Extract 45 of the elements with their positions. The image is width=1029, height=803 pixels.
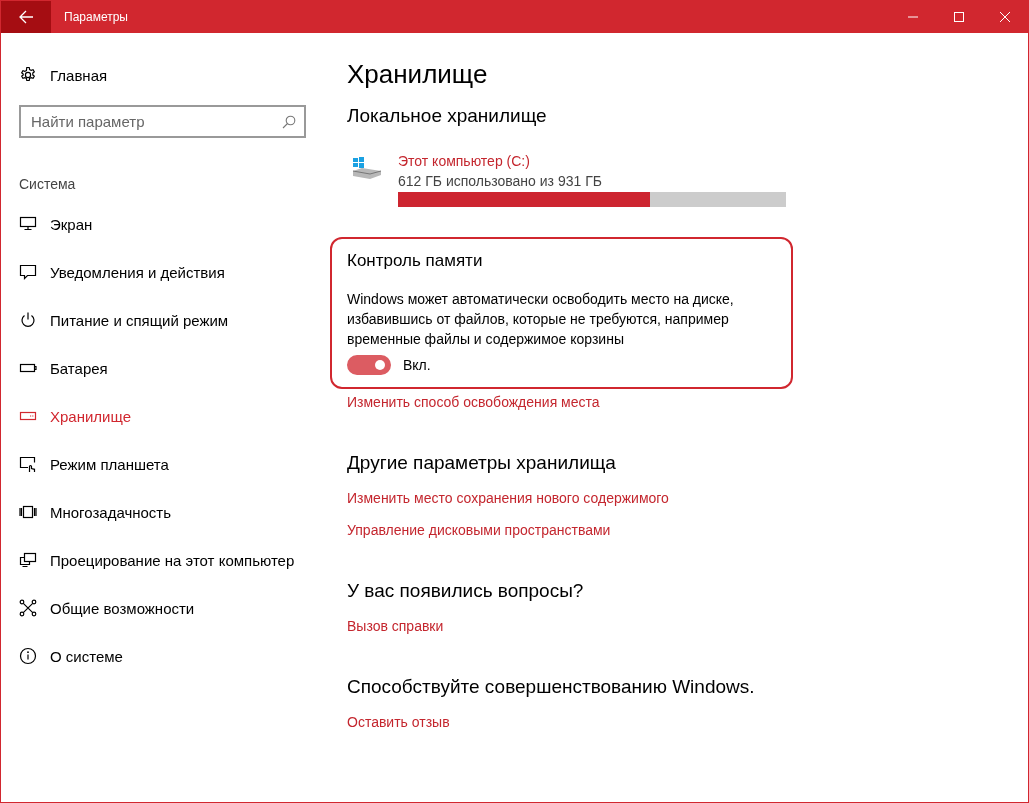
window-title: Параметры (64, 10, 129, 24)
multitasking-icon (19, 503, 37, 521)
network-nodes-icon (19, 599, 37, 617)
maximize-icon (953, 11, 965, 23)
settings-link[interactable]: Управление дисковыми пространствами (347, 520, 611, 540)
sidebar-item[interactable]: Общие возможности (1, 584, 321, 632)
section-heading: Локальное хранилище (347, 104, 548, 128)
sidebar-item[interactable]: Проецирование на этот компьютер (1, 536, 321, 584)
search-field[interactable]: Найти параметр (19, 105, 306, 138)
monitor-icon (19, 215, 37, 233)
home-nav-item[interactable]: Главная (1, 58, 321, 92)
toggle-switch[interactable] (347, 355, 391, 375)
speech-bubble-icon (19, 263, 37, 281)
sidebar-item[interactable]: Многозадачность (1, 488, 321, 536)
projection-icon (19, 551, 37, 569)
tablet-touch-icon (19, 455, 37, 473)
toggle-label: Вкл. (403, 357, 431, 373)
search-icon (282, 115, 296, 129)
back-arrow-icon (18, 9, 34, 25)
settings-link[interactable]: Вызов справки (347, 616, 444, 636)
section-heading: Контроль памяти (347, 250, 484, 272)
section-heading: Другие параметры хранилища (347, 451, 616, 475)
sidebar-item[interactable]: Питание и спящий режим (1, 296, 321, 344)
gear-icon (19, 66, 37, 84)
drive-link[interactable]: Этот компьютер (C:) (398, 151, 786, 171)
info-icon (19, 647, 37, 665)
section-heading: Способствуйте совершенствованию Windows. (347, 675, 755, 699)
sidebar-item[interactable]: Хранилище (1, 392, 321, 440)
description-text: Windows может автоматически освободить место на диске, избавившись от файлов, которые не требуются, например временные файлы и содержимое корзины (347, 290, 735, 349)
settings-link[interactable]: Изменить место сохранения нового содержимого (347, 488, 669, 508)
settings-link[interactable]: Оставить отзыв (347, 712, 450, 732)
page-title: Хранилище (347, 58, 489, 91)
drive-windows-icon (352, 157, 382, 179)
sidebar-item[interactable]: О системе (1, 632, 321, 680)
sidebar-item[interactable]: Режим планшета (1, 440, 321, 488)
settings-link[interactable]: Изменить способ освобождения места (347, 392, 1028, 412)
sidebar-item[interactable]: Экран (1, 200, 321, 248)
close-icon (999, 11, 1011, 23)
section-label: Система (18, 175, 77, 194)
power-icon (19, 311, 37, 329)
usage-text: 612 ГБ использовано из 931 ГБ (398, 172, 603, 191)
section-heading: У вас появились вопросы? (347, 579, 584, 603)
sidebar-item[interactable]: Батарея (1, 344, 321, 392)
sidebar-item[interactable]: Уведомления и действия (1, 248, 321, 296)
back-button[interactable] (1, 1, 51, 33)
